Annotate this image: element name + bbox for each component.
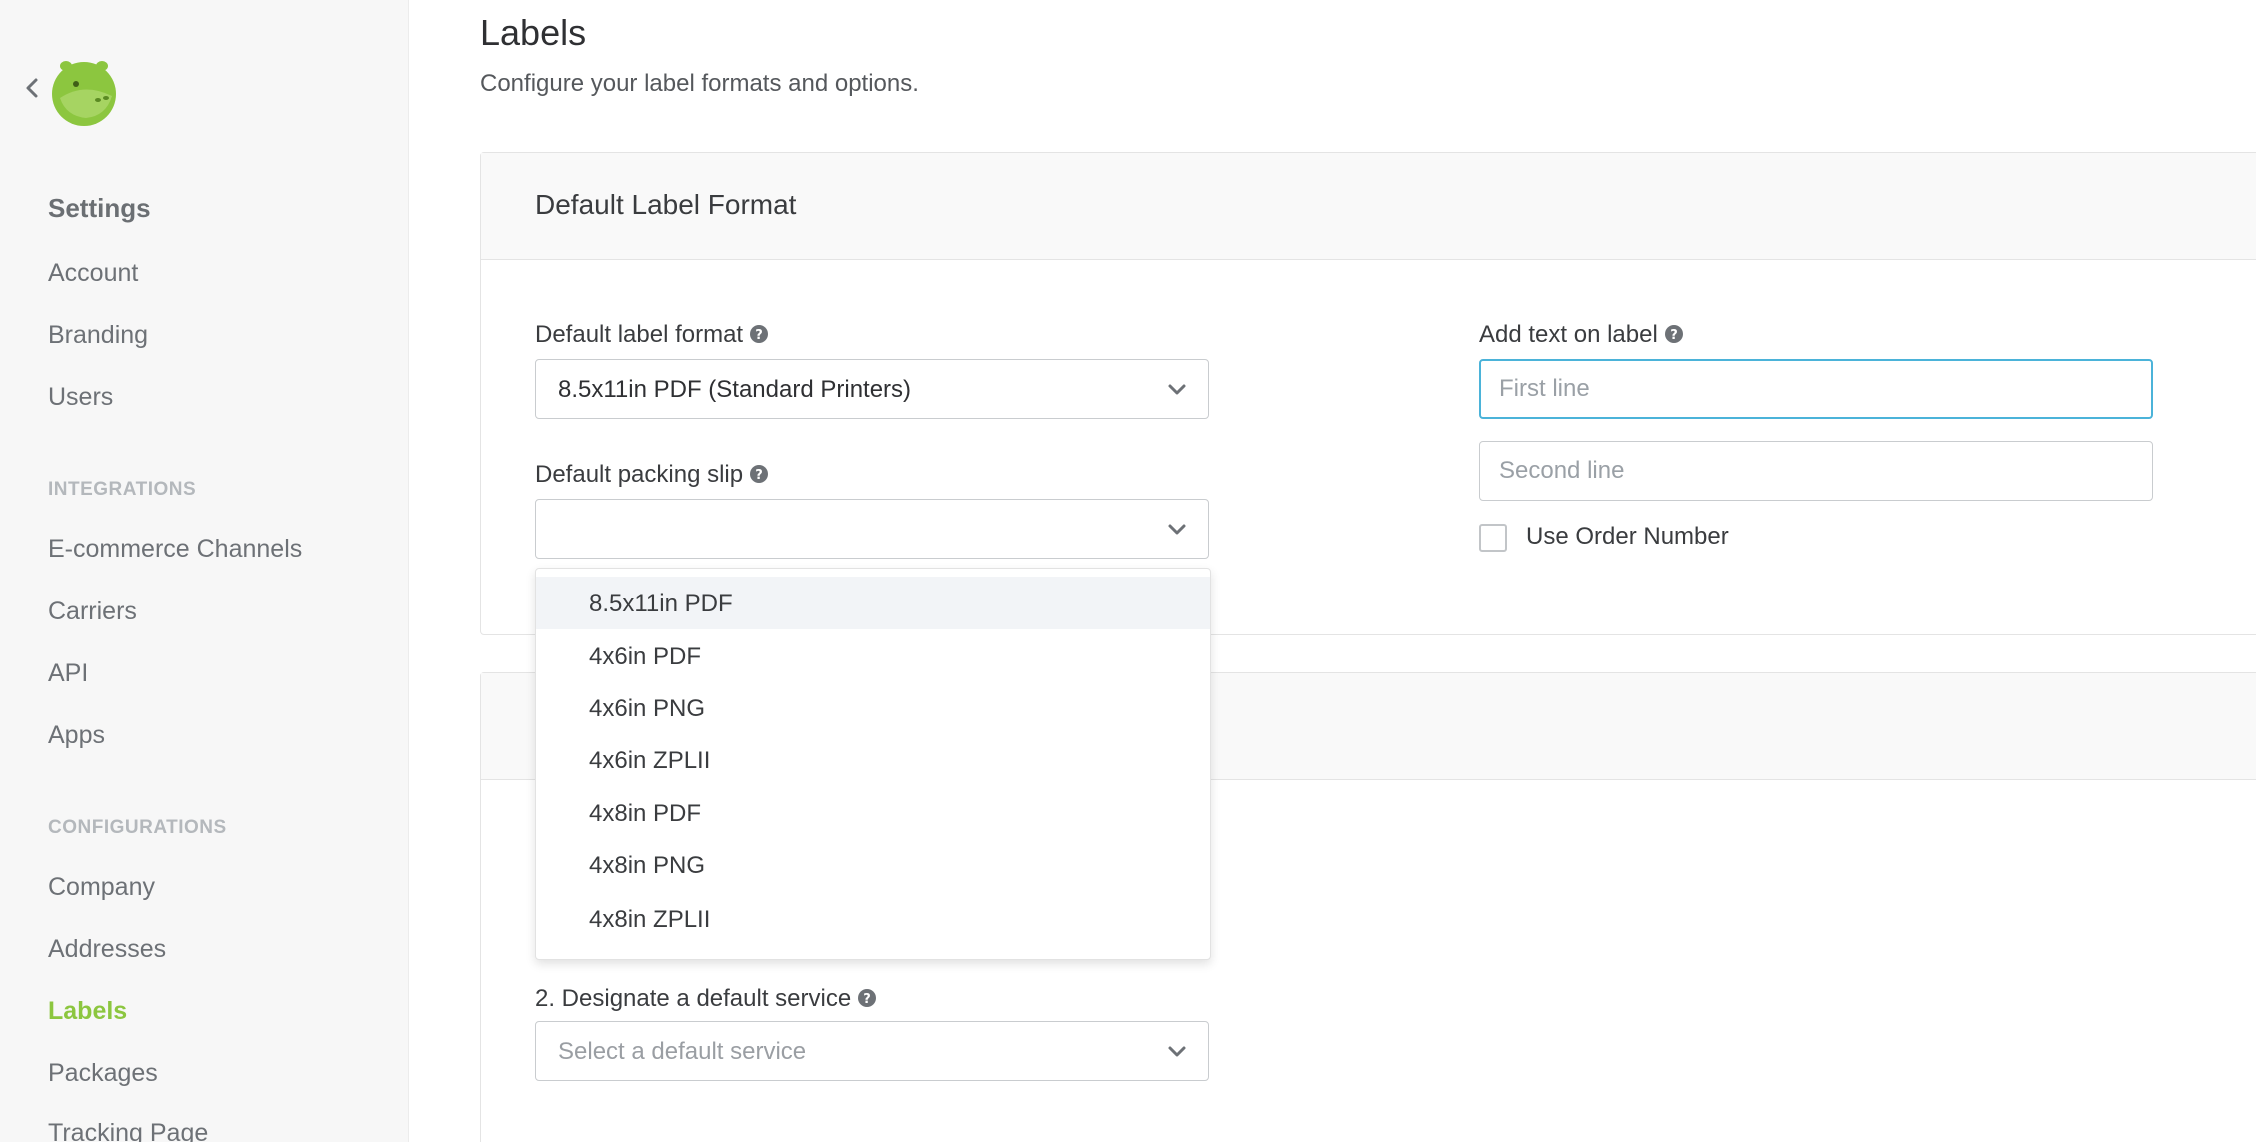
add-text-label: Add text on label?	[1479, 321, 1684, 349]
add-text-label-text: Add text on label	[1479, 321, 1658, 348]
nav-section-configurations: CONFIGURATIONS	[48, 817, 227, 838]
svg-text:?: ?	[755, 328, 763, 343]
label-format-label: Default label format?	[535, 321, 769, 349]
default-service-select[interactable]: Select a default service	[535, 1021, 1209, 1081]
default-service-placeholder: Select a default service	[558, 1038, 807, 1065]
use-order-number-checkbox[interactable]	[1479, 524, 1507, 552]
dropdown-option[interactable]: 4x8in PNG	[536, 839, 1210, 891]
dropdown-option[interactable]: 4x6in PDF	[536, 630, 1210, 682]
sidebar-item-company[interactable]: Company	[48, 873, 155, 902]
dropdown-option[interactable]: 4x6in ZPLII	[536, 734, 1210, 786]
packing-slip-label-text: Default packing slip	[535, 461, 744, 488]
chevron-down-icon	[1166, 1042, 1188, 1062]
label-format-value: 8.5x11in PDF (Standard Printers)	[558, 376, 912, 403]
first-line-input[interactable]	[1479, 359, 2153, 419]
default-label-format-card: Default Label Format Default label forma…	[480, 152, 2256, 635]
dropdown-option-label: 4x6in PDF	[589, 643, 702, 670]
card-title: Default Label Format	[535, 189, 797, 220]
sidebar-item-branding[interactable]: Branding	[48, 321, 148, 350]
label-format-label-text: Default label format	[535, 321, 744, 348]
default-service-label-text: 2. Designate a default service	[535, 985, 852, 1012]
dropdown-option-label: 4x8in PDF	[589, 800, 702, 827]
sidebar-item-account[interactable]: Account	[48, 259, 138, 288]
second-line-input[interactable]	[1479, 441, 2153, 501]
sidebar-item-labels[interactable]: Labels	[48, 997, 127, 1026]
sidebar-item-ecommerce-channels[interactable]: E-commerce Channels	[48, 535, 302, 564]
dropdown-option[interactable]: 8.5x11in PDF	[536, 577, 1210, 629]
back-chevron-icon[interactable]	[24, 76, 40, 100]
sidebar-item-addresses[interactable]: Addresses	[48, 935, 166, 964]
label-format-select[interactable]: 8.5x11in PDF (Standard Printers)	[535, 359, 1209, 419]
packing-slip-dropdown-menu: 8.5x11in PDF 4x6in PDF 4x6in PNG 4x6in Z…	[535, 568, 1211, 960]
hippo-logo-icon[interactable]	[46, 54, 122, 126]
question-circle-icon[interactable]: ?	[749, 323, 769, 343]
question-circle-icon[interactable]: ?	[1664, 323, 1684, 343]
use-order-number-label[interactable]: Use Order Number	[1526, 523, 1729, 551]
sidebar-item-carriers[interactable]: Carriers	[48, 597, 137, 626]
dropdown-option-label: 4x6in ZPLII	[589, 747, 711, 774]
svg-text:?: ?	[863, 992, 871, 1007]
dropdown-option-label: 4x6in PNG	[589, 695, 706, 722]
packing-slip-label: Default packing slip?	[535, 461, 769, 489]
sidebar-item-apps[interactable]: Apps	[48, 721, 105, 750]
packing-slip-select[interactable]	[535, 499, 1209, 559]
page-title: Labels	[480, 12, 587, 53]
sidebar-item-packages[interactable]: Packages	[48, 1059, 158, 1088]
dropdown-option-label: 4x8in PNG	[589, 852, 706, 879]
question-circle-icon[interactable]: ?	[749, 463, 769, 483]
chevron-down-icon	[1166, 380, 1188, 400]
sidebar-item-tracking-page[interactable]: Tracking Page	[48, 1119, 208, 1142]
default-service-label: 2. Designate a default service?	[535, 985, 877, 1013]
sidebar-item-users[interactable]: Users	[48, 383, 113, 412]
dropdown-option[interactable]: 4x6in PNG	[536, 682, 1210, 734]
nav-heading-settings: Settings	[48, 193, 151, 223]
nav-section-integrations: INTEGRATIONS	[48, 479, 197, 500]
svg-text:?: ?	[755, 468, 763, 483]
page-subtitle: Configure your label formats and options…	[480, 70, 919, 97]
sidebar: Settings Account Branding Users INTEGRAT…	[0, 0, 409, 1142]
chevron-down-icon	[1166, 520, 1188, 540]
sidebar-item-api[interactable]: API	[48, 659, 88, 688]
card-header: Default Label Format	[481, 153, 2256, 260]
dropdown-option-label: 4x8in ZPLII	[589, 906, 711, 933]
dropdown-option[interactable]: 4x8in ZPLII	[536, 893, 1210, 945]
question-circle-icon[interactable]: ?	[857, 987, 877, 1007]
dropdown-option-label: 8.5x11in PDF	[589, 590, 733, 617]
svg-text:?: ?	[1670, 328, 1678, 343]
dropdown-option[interactable]: 4x8in PDF	[536, 787, 1210, 839]
